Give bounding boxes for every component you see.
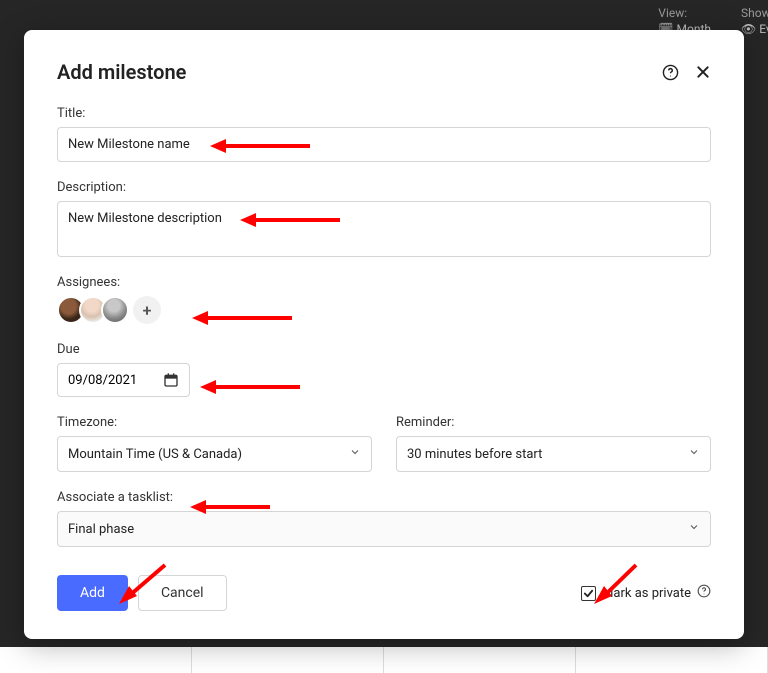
tasklist-value: Final phase — [68, 522, 134, 537]
title-input[interactable] — [57, 127, 711, 162]
modal-title: Add milestone — [57, 60, 186, 84]
timezone-select[interactable]: Mountain Time (US & Canada) — [57, 436, 372, 472]
chevron-down-icon — [688, 446, 700, 462]
add-button[interactable]: Add — [57, 575, 128, 611]
background-calendar-row — [0, 647, 768, 673]
close-icon[interactable] — [695, 64, 711, 80]
mark-private[interactable]: Mark as private — [581, 584, 711, 602]
timezone-value: Mountain Time (US & Canada) — [68, 447, 242, 462]
private-label: Mark as private — [602, 586, 691, 601]
reminder-field: Reminder: 30 minutes before start — [396, 415, 711, 472]
calendar-icon — [163, 372, 179, 388]
title-label: Title: — [57, 106, 711, 121]
reminder-label: Reminder: — [396, 415, 711, 430]
private-checkbox[interactable] — [581, 586, 596, 601]
add-assignee-button[interactable]: + — [133, 296, 161, 324]
description-field: Description: New Milestone description — [57, 180, 711, 257]
modal-header: Add milestone — [57, 60, 711, 84]
timezone-label: Timezone: — [57, 415, 372, 430]
due-date-value: 09/08/2021 — [68, 373, 137, 388]
tasklist-label: Associate a tasklist: — [57, 490, 711, 505]
assignees-label: Assignees: — [57, 275, 711, 290]
due-date-input[interactable]: 09/08/2021 — [57, 363, 190, 397]
title-field: Title: — [57, 106, 711, 162]
avatar[interactable] — [101, 296, 129, 324]
tasklist-select[interactable]: Final phase — [57, 511, 711, 547]
show-label: Show: — [741, 6, 768, 20]
cancel-button[interactable]: Cancel — [138, 575, 227, 611]
modal-footer: Add Cancel Mark as private — [57, 575, 711, 611]
assignees-field: Assignees: + — [57, 275, 711, 324]
view-label: View: — [658, 6, 711, 20]
timezone-field: Timezone: Mountain Time (US & Canada) — [57, 415, 372, 472]
description-input[interactable]: New Milestone description — [57, 201, 711, 257]
help-icon[interactable] — [697, 584, 711, 602]
due-field: Due 09/08/2021 — [57, 342, 711, 397]
reminder-value: 30 minutes before start — [407, 447, 542, 462]
tasklist-field: Associate a tasklist: Final phase — [57, 490, 711, 547]
chevron-down-icon — [688, 521, 700, 537]
chevron-down-icon — [349, 446, 361, 462]
show-value: Eve — [759, 22, 768, 36]
due-label: Due — [57, 342, 711, 357]
reminder-select[interactable]: 30 minutes before start — [396, 436, 711, 472]
help-icon[interactable] — [662, 64, 679, 81]
description-label: Description: — [57, 180, 711, 195]
add-milestone-modal: Add milestone Title: Description: New Mi… — [24, 30, 744, 639]
